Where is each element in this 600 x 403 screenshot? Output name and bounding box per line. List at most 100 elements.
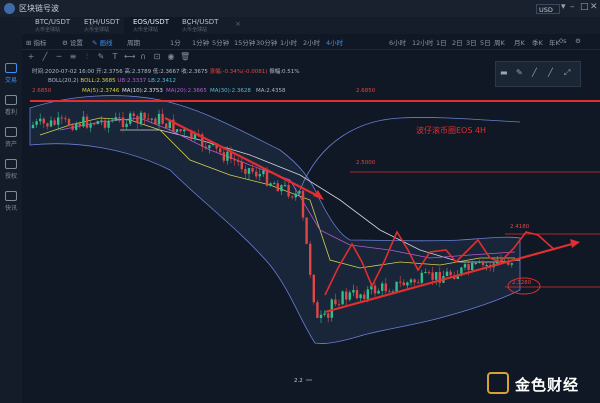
ma30-readout: MA(30):2.3628 [210,88,251,94]
candle-body [334,299,337,305]
candle-body [132,113,135,116]
candle-body [363,294,366,299]
candle-body [49,120,53,127]
watermark-text: 金色财经 [515,376,580,394]
candle-body [208,145,211,149]
candle-body [301,190,305,218]
candle-body [348,292,351,300]
drawing-panel: ▬ ✎ ╱ ╱ ⤢ [495,61,581,87]
boll-label: BOLL(20,2) [48,78,79,84]
candle-body [485,264,488,266]
price-label-right-low: 2.3280 [512,280,532,286]
candle-body [71,125,74,130]
price-label-mid: 2.5000 [356,160,376,166]
candle-body [417,282,420,284]
candle-body [467,264,470,270]
candle-body [85,116,89,128]
candle-body [237,160,240,162]
candle-body [420,272,423,283]
candle-body [100,120,103,122]
candle-body [125,123,128,128]
candle-body [78,123,81,127]
candle-body [161,113,164,124]
candle-body [67,119,71,126]
candle-body [226,151,229,161]
candle-body [273,183,276,185]
expand-icon[interactable]: ⤢ [564,68,570,78]
price-label-left: 2.6850 [32,88,52,94]
candle-body [323,313,326,315]
candle-body [129,113,132,124]
candle-body [384,283,387,292]
candle-body [265,170,269,186]
candle-body [395,281,398,292]
candle-body [269,183,272,186]
candle-body [510,263,513,265]
candle-body [75,123,78,130]
candle-body [179,129,182,132]
ohlc-readout: 时间:2020-07-02 16:00 开:2.3756 高:2.3789 低:… [32,67,300,75]
candle-body [312,274,315,303]
candle-body [424,272,427,274]
candle-body [359,294,362,299]
pencil-icon[interactable]: ✎ [516,68,523,77]
candle-body [276,183,279,192]
candle-body [233,159,236,161]
candle-body [42,118,45,124]
ohlc-time: 时间:2020-07-02 16:00 [32,69,95,75]
brand-logo-icon [487,372,509,394]
candle-body [474,262,477,264]
candle-body [258,174,261,177]
candle-body [157,113,161,125]
candle-body [154,118,157,125]
candle-body [478,261,481,263]
candle-body [471,262,474,270]
watermark: 金色财经 [487,372,591,398]
candle-body [427,272,431,274]
candle-body [287,185,290,197]
candle-body [222,152,225,161]
candle-body [255,171,258,177]
candle-body [165,123,168,129]
candle-body [244,169,247,174]
candle-body [39,118,42,122]
candle-body [64,118,67,120]
candle-body [114,117,117,121]
candle-body [352,290,355,293]
boll-value: BOLL:2.3685 [80,78,116,84]
candle-body [82,116,85,127]
line-tool-icon[interactable]: ╱ [548,68,553,77]
candle-body [136,115,139,124]
candle-body [53,120,56,125]
candle-body [147,118,150,120]
candle-body [345,291,348,300]
candle-body [111,120,114,122]
boll-lb: LB:2.3412 [148,78,176,84]
candle-body [183,129,186,132]
ohlc-high: 高:2.3789 [124,69,152,75]
pen-icon[interactable]: ╱ [532,68,537,77]
candle-body [406,282,409,286]
candle-body [337,304,341,306]
candle-body [449,271,452,276]
candle-body [399,281,402,283]
ohlc-amplitude: 振幅:0.51% [269,69,300,75]
candle-body [31,124,35,128]
ma10-readout: MA(10):2.3753 [122,88,163,94]
candle-body [46,123,49,127]
ohlc-open: 开:2.3756 [96,69,123,75]
candle-body [409,279,413,283]
candle-body [316,302,319,318]
candle-body [283,185,287,187]
candle-body [143,112,146,119]
candle-body [139,112,143,124]
candle-body [262,170,265,175]
candle-body [204,146,207,149]
boll-ub: UB:2.3337 [117,78,147,84]
candle-body [309,243,312,275]
chart-annotation: 波仔滚币圈EOS 4H [416,126,487,135]
candle-body [377,290,380,294]
candle-body [294,193,297,198]
ruler-icon[interactable]: ▬ [500,68,508,77]
boll-readout: BOLL(20,2) BOLL:2.3685 UB:2.3337 LB:2.34… [48,78,176,84]
